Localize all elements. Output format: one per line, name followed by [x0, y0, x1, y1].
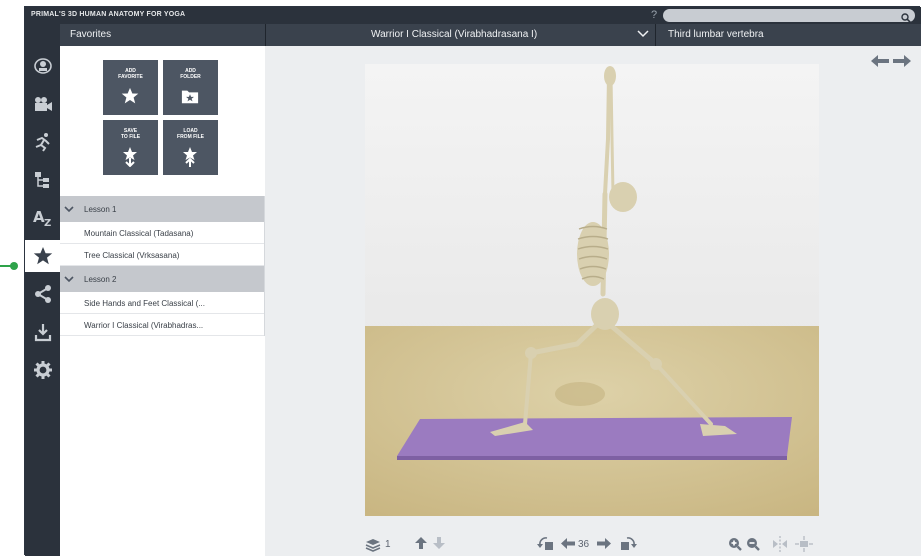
skeleton-3d-view[interactable] — [365, 64, 819, 516]
top-bar: Favorites Warrior I Classical (Virabhadr… — [25, 24, 921, 46]
star-icon[interactable] — [25, 240, 60, 272]
arrow-right-icon[interactable] — [597, 538, 611, 552]
history-nav — [870, 54, 911, 72]
add-favorite-button[interactable]: ADD FAVORITE — [103, 60, 158, 115]
tile-label: FAVORITE — [118, 74, 143, 80]
save-to-file-button[interactable]: SAVE TO FILE — [103, 120, 158, 175]
mirror-icon[interactable] — [771, 536, 789, 555]
gear-icon[interactable] — [25, 354, 60, 386]
arrow-left-icon[interactable] — [561, 538, 575, 552]
tile-label: FOLDER — [180, 74, 201, 80]
model-viewer: 1 36 — [265, 46, 921, 556]
structure-title: Third lumbar vertebra — [668, 29, 764, 40]
save-file-icon — [121, 147, 139, 172]
download-icon[interactable] — [25, 316, 60, 348]
list-item-label: Mountain Classical (Tadasana) — [84, 229, 194, 238]
favorites-tree: Lesson 1 Mountain Classical (Tadasana) T… — [60, 196, 265, 336]
pose-title[interactable]: Warrior I Classical (Virabhadrasana I) — [371, 29, 537, 40]
favorites-panel: ADD FAVORITE ADD FOLDER SAVE TO FILE LOAD FR… — [60, 46, 265, 556]
rotation-angle: 36 — [578, 539, 590, 550]
svg-text:Z: Z — [44, 218, 51, 228]
sidebar: AZ — [25, 46, 60, 556]
list-item[interactable]: Mountain Classical (Tadasana) — [60, 222, 264, 244]
hierarchy-icon[interactable] — [25, 164, 60, 196]
chevron-down-icon[interactable] — [64, 205, 74, 215]
arrow-left-icon[interactable] — [870, 54, 889, 71]
list-item-label: Side Hands and Feet Classical (... — [84, 299, 205, 308]
a-to-z-icon[interactable]: AZ — [25, 202, 60, 234]
viewer-toolbar: 1 36 — [265, 532, 921, 556]
video-camera-icon[interactable] — [25, 88, 60, 120]
callout-dot — [10, 262, 18, 270]
list-item-label: Warrior I Classical (Virabhadras... — [84, 321, 204, 330]
load-file-icon — [181, 147, 199, 172]
list-item-label: Tree Classical (Vrksasana) — [84, 251, 180, 260]
title-bar: PRIMAL'S 3D HUMAN ANATOMY FOR YOGA ? — [25, 7, 921, 24]
list-item[interactable]: Side Hands and Feet Classical (... — [60, 292, 264, 314]
lesson-title: Lesson 2 — [84, 275, 117, 284]
rotate-model-icon[interactable] — [25, 50, 60, 82]
running-pose-icon[interactable] — [25, 126, 60, 158]
add-folder-icon — [181, 87, 199, 110]
layer-up-icon[interactable] — [415, 537, 427, 552]
rotate-right-icon[interactable] — [617, 536, 637, 555]
lesson-title: Lesson 1 — [84, 205, 117, 214]
layer-count: 1 — [385, 539, 391, 550]
add-folder-button[interactable]: ADD FOLDER — [163, 60, 218, 115]
tile-label: TO FILE — [120, 134, 141, 140]
rotate-left-icon[interactable] — [537, 536, 557, 555]
zoom-out-icon[interactable] — [746, 537, 760, 554]
app-title: PRIMAL'S 3D HUMAN ANATOMY FOR YOGA — [31, 11, 186, 18]
load-from-file-button[interactable]: LOAD FROM FILE — [163, 120, 218, 175]
arrow-right-icon[interactable] — [893, 54, 911, 71]
help-button[interactable]: ? — [651, 9, 657, 21]
share-icon[interactable] — [25, 278, 60, 310]
zoom-in-icon[interactable] — [728, 537, 742, 554]
chevron-down-icon[interactable] — [637, 29, 649, 42]
lesson-folder[interactable]: Lesson 2 — [60, 266, 264, 292]
chevron-down-icon[interactable] — [64, 275, 74, 285]
search-input[interactable] — [663, 9, 915, 23]
list-item[interactable]: Warrior I Classical (Virabhadras... — [60, 314, 264, 336]
panel-title: Favorites — [70, 29, 112, 40]
lesson-folder[interactable]: Lesson 1 — [60, 196, 264, 222]
layers-icon[interactable] — [365, 538, 381, 555]
app-window: PRIMAL'S 3D HUMAN ANATOMY FOR YOGA ? Fav… — [24, 6, 921, 556]
center-view-icon[interactable] — [795, 536, 813, 555]
list-item[interactable]: Tree Classical (Vrksasana) — [60, 244, 264, 266]
tile-label: FROM FILE — [177, 134, 204, 140]
star-icon — [121, 87, 139, 110]
layer-down-icon[interactable] — [433, 537, 445, 552]
